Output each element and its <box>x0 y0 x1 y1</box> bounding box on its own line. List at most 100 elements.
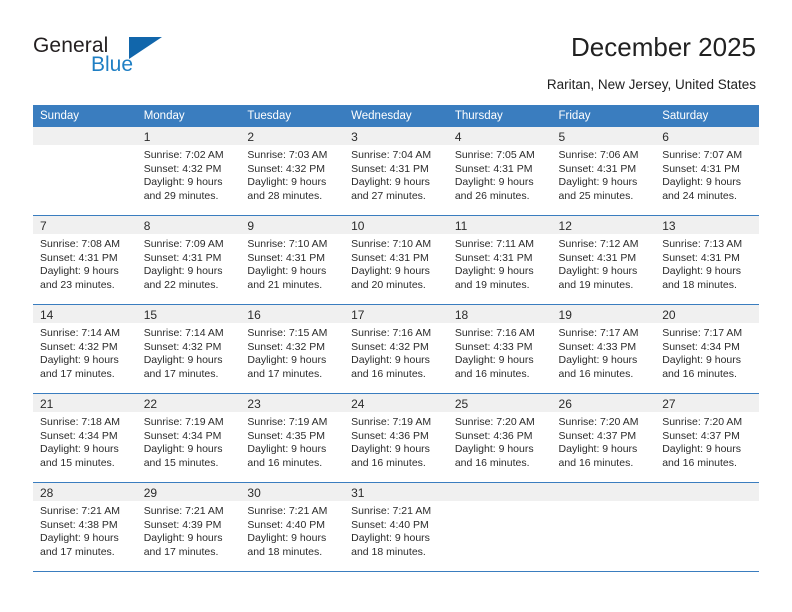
sunrise-time: Sunrise: 7:15 AM <box>247 327 328 339</box>
calendar-day-cell[interactable]: 27 Sunrise: 7:20 AM Sunset: 4:37 PM Dayligh… <box>655 393 759 483</box>
day-cell-content: 13 Sunrise: 7:13 AM Sunset: 4:31 PM Dayligh… <box>655 216 759 304</box>
day-number-band: 27 <box>655 394 759 412</box>
day-sun-info: Sunrise: 7:21 AM Sunset: 4:38 PM Daylight:… <box>33 501 137 559</box>
calendar-day-cell[interactable]: 30 Sunrise: 7:21 AM Sunset: 4:40 PM Dayligh… <box>240 482 345 572</box>
calendar-day-cell[interactable]: 20 Sunrise: 7:17 AM Sunset: 4:34 PM Dayligh… <box>655 304 759 394</box>
sunset-time: Sunset: 4:32 PM <box>143 162 222 175</box>
day-number: 1 <box>143 130 151 144</box>
daylight-duration-line2: and 23 minutes. <box>40 278 115 291</box>
day-number: 26 <box>558 397 572 411</box>
daylight-duration-line1: Daylight: 9 hours <box>247 265 327 278</box>
sunrise-time: Sunrise: 7:08 AM <box>40 238 120 250</box>
calendar-day-cell[interactable]: 8 Sunrise: 7:09 AM Sunset: 4:31 PM Daylight… <box>136 215 241 305</box>
day-cell-content: 24 Sunrise: 7:19 AM Sunset: 4:36 PM Dayligh… <box>344 394 448 482</box>
daylight-duration-line2: and 25 minutes. <box>558 189 634 202</box>
calendar-day-cell[interactable]: 25 Sunrise: 7:20 AM Sunset: 4:36 PM Dayligh… <box>447 393 552 483</box>
daylight-duration-line1: Daylight: 9 hours <box>247 532 327 545</box>
day-cell-content <box>655 483 759 571</box>
calendar-day-cell[interactable]: 21 Sunrise: 7:18 AM Sunset: 4:34 PM Dayligh… <box>33 393 137 483</box>
sunrise-time: Sunrise: 7:03 AM <box>247 149 328 161</box>
calendar-day-cell[interactable]: 31 Sunrise: 7:21 AM Sunset: 4:40 PM Dayligh… <box>344 482 448 572</box>
sunset-time: Sunset: 4:40 PM <box>247 518 326 531</box>
calendar-day-cell <box>551 482 656 572</box>
day-number: 23 <box>247 397 261 411</box>
calendar-day-cell[interactable]: 23 Sunrise: 7:19 AM Sunset: 4:35 PM Dayligh… <box>240 393 345 483</box>
calendar-day-cell[interactable]: 7 Sunrise: 7:08 AM Sunset: 4:31 PM Daylight… <box>33 215 137 305</box>
day-number-band: 19 <box>551 305 656 323</box>
daylight-duration-line2: and 16 minutes. <box>454 367 530 380</box>
calendar-day-cell[interactable]: 2 Sunrise: 7:03 AM Sunset: 4:32 PM Daylight… <box>240 127 345 216</box>
day-cell-content: 23 Sunrise: 7:19 AM Sunset: 4:35 PM Dayligh… <box>240 394 345 482</box>
day-number: 27 <box>662 397 676 411</box>
day-number: 13 <box>662 219 676 233</box>
calendar-day-cell[interactable]: 5 Sunrise: 7:06 AM Sunset: 4:31 PM Daylight… <box>551 127 656 216</box>
logo-triangle-icon <box>129 37 162 59</box>
general-blue-logo[interactable]: General Blue <box>33 34 233 86</box>
calendar-day-cell[interactable]: 22 Sunrise: 7:19 AM Sunset: 4:34 PM Dayligh… <box>136 393 241 483</box>
sunset-time: Sunset: 4:31 PM <box>454 162 533 175</box>
calendar-day-cell[interactable]: 24 Sunrise: 7:19 AM Sunset: 4:36 PM Dayligh… <box>344 393 448 483</box>
calendar-day-cell[interactable]: 17 Sunrise: 7:16 AM Sunset: 4:32 PM Dayligh… <box>344 304 448 394</box>
day-sun-info: Sunrise: 7:21 AM Sunset: 4:39 PM Daylight:… <box>137 501 241 559</box>
calendar-day-cell[interactable]: 6 Sunrise: 7:07 AM Sunset: 4:31 PM Daylight… <box>655 127 759 216</box>
sunrise-time: Sunrise: 7:10 AM <box>247 238 328 250</box>
day-number-band: 9 <box>240 216 345 234</box>
calendar-day-cell[interactable]: 12 Sunrise: 7:12 AM Sunset: 4:31 PM Dayligh… <box>551 215 656 305</box>
daylight-duration-line1: Daylight: 9 hours <box>662 443 742 456</box>
day-number-band: 8 <box>136 216 241 234</box>
calendar-day-cell[interactable]: 4 Sunrise: 7:05 AM Sunset: 4:31 PM Daylight… <box>447 127 552 216</box>
day-number: 4 <box>454 130 462 144</box>
sunset-time: Sunset: 4:32 PM <box>143 340 222 353</box>
day-number-band: 23 <box>240 394 345 412</box>
daylight-duration-line2: and 20 minutes. <box>351 278 426 291</box>
sunset-time: Sunset: 4:32 PM <box>40 340 118 353</box>
calendar-day-cell[interactable]: 18 Sunrise: 7:16 AM Sunset: 4:33 PM Dayligh… <box>447 304 552 394</box>
calendar-day-cell[interactable]: 13 Sunrise: 7:13 AM Sunset: 4:31 PM Dayligh… <box>655 215 759 305</box>
daylight-duration-line2: and 17 minutes. <box>143 367 219 380</box>
day-sun-info: Sunrise: 7:16 AM Sunset: 4:32 PM Daylight:… <box>344 323 448 381</box>
day-cell-content: 10 Sunrise: 7:10 AM Sunset: 4:31 PM Dayligh… <box>344 216 448 304</box>
daylight-duration-line1: Daylight: 9 hours <box>143 265 223 278</box>
calendar-day-cell[interactable]: 11 Sunrise: 7:11 AM Sunset: 4:31 PM Dayligh… <box>447 215 552 305</box>
day-number-band: 15 <box>136 305 241 323</box>
calendar-day-cell[interactable]: 10 Sunrise: 7:10 AM Sunset: 4:31 PM Dayligh… <box>344 215 448 305</box>
day-number-band: 11 <box>447 216 552 234</box>
calendar-day-cell[interactable]: 9 Sunrise: 7:10 AM Sunset: 4:31 PM Daylight… <box>240 215 345 305</box>
sunset-time: Sunset: 4:31 PM <box>143 251 222 264</box>
calendar-week-row: 14 Sunrise: 7:14 AM Sunset: 4:32 PM Dayligh… <box>33 304 759 394</box>
calendar-day-cell[interactable]: 16 Sunrise: 7:15 AM Sunset: 4:32 PM Dayligh… <box>240 304 345 394</box>
calendar-day-cell[interactable]: 15 Sunrise: 7:14 AM Sunset: 4:32 PM Dayligh… <box>136 304 241 394</box>
sunrise-time: Sunrise: 7:02 AM <box>143 149 224 161</box>
calendar-grid: Sunday Monday Tuesday Wednesday Thursday… <box>33 105 759 572</box>
day-sun-info: Sunrise: 7:17 AM Sunset: 4:34 PM Daylight:… <box>655 323 759 381</box>
daylight-duration-line2: and 17 minutes. <box>247 367 323 380</box>
sunrise-time: Sunrise: 7:16 AM <box>454 327 535 339</box>
page-subtitle-location: Raritan, New Jersey, United States <box>546 77 756 92</box>
sunrise-time: Sunrise: 7:05 AM <box>454 149 535 161</box>
daylight-duration-line2: and 16 minutes. <box>454 456 530 469</box>
day-cell-content: 14 Sunrise: 7:14 AM Sunset: 4:32 PM Dayligh… <box>33 305 137 393</box>
sunset-time: Sunset: 4:34 PM <box>143 429 222 442</box>
day-number-band <box>551 483 656 501</box>
day-number-band: 20 <box>655 305 759 323</box>
calendar-day-cell[interactable]: 1 Sunrise: 7:02 AM Sunset: 4:32 PM Daylight… <box>136 127 241 216</box>
daylight-duration-line2: and 15 minutes. <box>143 456 219 469</box>
daylight-duration-line1: Daylight: 9 hours <box>351 532 430 545</box>
day-sun-info: Sunrise: 7:03 AM Sunset: 4:32 PM Daylight:… <box>240 145 344 203</box>
sunrise-time: Sunrise: 7:20 AM <box>454 416 535 428</box>
day-number: 5 <box>558 130 566 144</box>
day-cell-content: 3 Sunrise: 7:04 AM Sunset: 4:31 PM Daylight… <box>344 127 448 215</box>
daylight-duration-line1: Daylight: 9 hours <box>40 265 119 278</box>
calendar-day-cell[interactable]: 26 Sunrise: 7:20 AM Sunset: 4:37 PM Dayligh… <box>551 393 656 483</box>
calendar-day-cell[interactable]: 28 Sunrise: 7:21 AM Sunset: 4:38 PM Dayligh… <box>33 482 137 572</box>
day-number: 9 <box>247 219 255 233</box>
calendar-day-cell[interactable]: 3 Sunrise: 7:04 AM Sunset: 4:31 PM Daylight… <box>344 127 448 216</box>
calendar-day-cell[interactable]: 29 Sunrise: 7:21 AM Sunset: 4:39 PM Dayligh… <box>136 482 241 572</box>
calendar-day-cell[interactable]: 14 Sunrise: 7:14 AM Sunset: 4:32 PM Dayligh… <box>33 304 137 394</box>
calendar-day-cell[interactable]: 19 Sunrise: 7:17 AM Sunset: 4:33 PM Dayligh… <box>551 304 656 394</box>
calendar-week-row: 1 Sunrise: 7:02 AM Sunset: 4:32 PM Daylight… <box>33 127 759 216</box>
daylight-duration-line1: Daylight: 9 hours <box>558 176 638 189</box>
day-sun-info: Sunrise: 7:20 AM Sunset: 4:37 PM Daylight:… <box>655 412 759 470</box>
day-cell-content: 30 Sunrise: 7:21 AM Sunset: 4:40 PM Dayligh… <box>240 483 345 571</box>
sunrise-time: Sunrise: 7:20 AM <box>662 416 743 428</box>
